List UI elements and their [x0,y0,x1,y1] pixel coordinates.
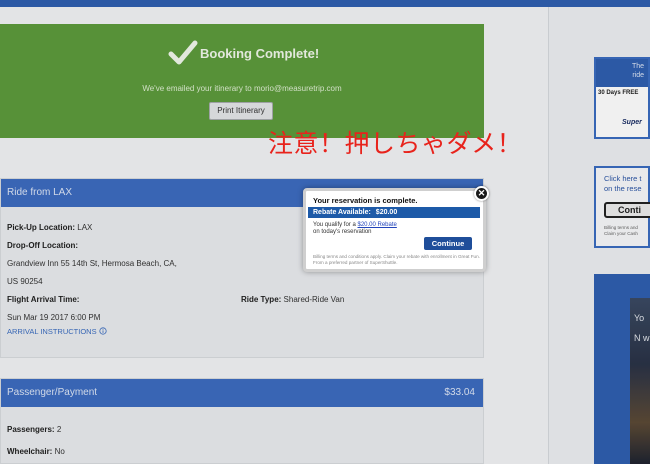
modal-fine-print: Billing terms and conditions apply. Clai… [313,254,480,265]
qualify-suffix: on today's reservation [313,229,372,235]
qualify-prefix: You qualify for a [313,222,356,228]
rebate-bar: Rebate Available: $20.00 [308,207,480,218]
rebate-link[interactable]: $20.00 Rebate [357,222,396,228]
warning-annotation: 注意！押しちゃダメ！ [268,129,523,158]
rebate-qualify-text: You qualify for a $20.00 Rebate on today… [313,222,413,236]
rebate-label: Rebate Available: [313,209,371,216]
continue-button[interactable]: Continue [424,237,472,250]
close-icon[interactable]: ✕ [474,186,489,201]
rebate-modal: Your reservation is complete. Rebate Ava… [303,188,486,272]
modal-title: Your reservation is complete. [313,196,418,205]
rebate-amount: $20.00 [375,209,398,216]
